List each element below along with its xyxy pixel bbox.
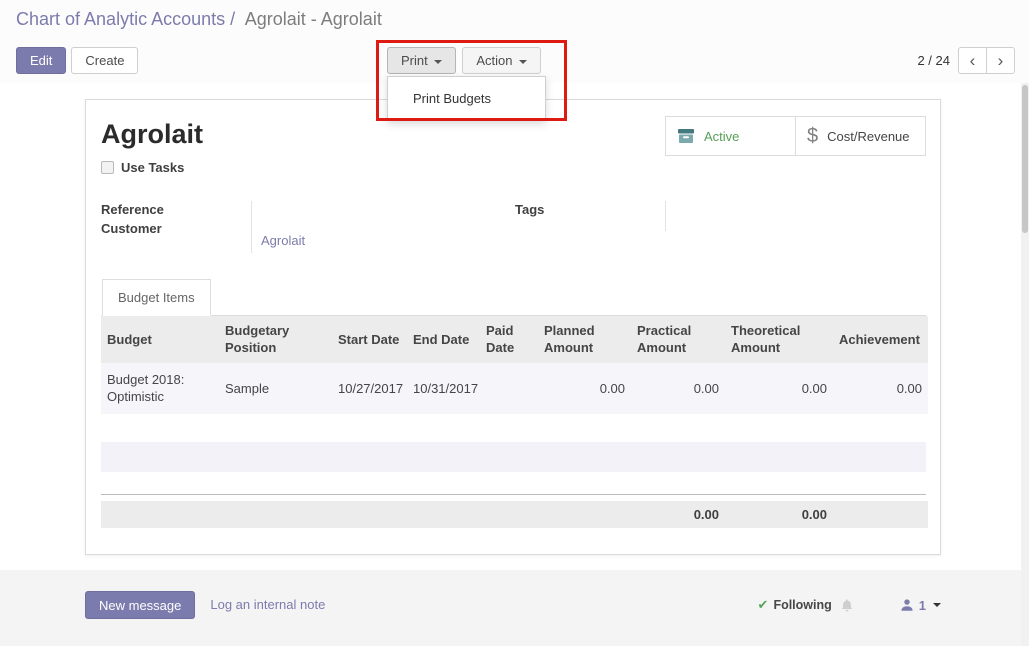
- column-header-practical-amount[interactable]: Practical Amount: [631, 316, 725, 363]
- vertical-scrollbar[interactable]: [1021, 83, 1029, 646]
- chatter-right: ✔ Following 1: [758, 591, 941, 619]
- table-header-row: Budget Budgetary Position Start Date End…: [101, 316, 928, 363]
- totals-row: 0.00 0.00: [101, 501, 928, 528]
- tags-field: Tags: [515, 201, 926, 231]
- following-button[interactable]: Following: [773, 598, 831, 612]
- edit-button[interactable]: Edit: [16, 47, 66, 74]
- cost-revenue-stat-button[interactable]: $ Cost/Revenue: [795, 116, 926, 156]
- cell-budget[interactable]: Budget 2018: Optimistic: [101, 363, 219, 414]
- column-header-paid-date[interactable]: Paid Date: [480, 316, 538, 363]
- caret-down-icon: [434, 60, 442, 64]
- reference-customer-label: Reference Customer: [101, 201, 251, 253]
- reference-customer-link[interactable]: Agrolait: [261, 233, 305, 248]
- cell-start-date[interactable]: 10/27/2017: [332, 363, 407, 414]
- active-stat-button[interactable]: Active: [665, 116, 796, 156]
- notebook-tabs: Budget Items: [101, 279, 926, 316]
- caret-down-icon: [519, 60, 527, 64]
- pager-prev-button[interactable]: ‹: [958, 47, 987, 74]
- check-icon: ✔: [758, 597, 769, 613]
- followers-button[interactable]: 1: [900, 598, 941, 613]
- tab-budget-items[interactable]: Budget Items: [102, 279, 211, 316]
- field-group: Reference Customer Agrolait Tags: [101, 201, 926, 253]
- pager-next-button[interactable]: ›: [986, 47, 1015, 74]
- use-tasks-label: Use Tasks: [121, 160, 184, 175]
- column-header-start-date[interactable]: Start Date: [332, 316, 407, 363]
- use-tasks-field: Use Tasks: [101, 160, 926, 175]
- total-practical-amount: 0.00: [631, 501, 725, 528]
- breadcrumb: Chart of Analytic Accounts / Agrolait - …: [0, 0, 1029, 38]
- tags-label: Tags: [515, 201, 665, 231]
- create-button[interactable]: Create: [71, 47, 138, 74]
- cell-end-date[interactable]: 10/31/2017: [407, 363, 480, 414]
- column-header-theoretical-amount[interactable]: Theoretical Amount: [725, 316, 833, 363]
- total-theoretical-amount: 0.00: [725, 501, 833, 528]
- form-buttons: Edit Create: [16, 47, 138, 74]
- cell-theoretical-amount[interactable]: 0.00: [725, 363, 833, 414]
- column-header-budgetary-position[interactable]: Budgetary Position: [219, 316, 332, 363]
- pager: 2 / 24 ‹ ›: [917, 47, 1015, 74]
- action-dropdown-button[interactable]: Action: [462, 47, 540, 74]
- chevron-right-icon: ›: [998, 51, 1004, 70]
- print-dropdown-button[interactable]: Print: [387, 47, 456, 74]
- column-header-end-date[interactable]: End Date: [407, 316, 480, 363]
- new-message-button[interactable]: New message: [85, 591, 195, 619]
- action-menus: Print Action Print Budgets: [387, 47, 544, 74]
- bell-icon[interactable]: [840, 598, 854, 613]
- dollar-icon: $: [807, 125, 818, 148]
- stat-buttons: Active $ Cost/Revenue: [665, 116, 926, 156]
- column-header-planned-amount[interactable]: Planned Amount: [538, 316, 631, 363]
- form-view: Active $ Cost/Revenue Agrolait Use Tasks…: [0, 83, 1029, 570]
- follower-count: 1: [919, 598, 926, 613]
- use-tasks-checkbox[interactable]: [101, 161, 114, 174]
- breadcrumb-current: Agrolait - Agrolait: [245, 9, 382, 29]
- scrollbar-thumb[interactable]: [1022, 85, 1028, 233]
- cell-planned-amount[interactable]: 0.00: [538, 363, 631, 414]
- control-panel: Edit Create Print Action Print Budgets 2…: [0, 38, 1029, 83]
- sheet: Active $ Cost/Revenue Agrolait Use Tasks…: [85, 99, 941, 555]
- tags-value: [665, 201, 926, 231]
- cost-revenue-stat-label: Cost/Revenue: [827, 129, 909, 144]
- cell-budgetary-position[interactable]: Sample: [219, 363, 332, 414]
- active-stat-label: Active: [704, 129, 739, 144]
- action-dropdown-label: Action: [476, 53, 512, 68]
- chevron-left-icon: ‹: [970, 51, 976, 70]
- column-header-achievement[interactable]: Achievement: [833, 316, 928, 363]
- archive-icon: [677, 128, 695, 144]
- table-row[interactable]: Budget 2018: Optimistic Sample 10/27/201…: [101, 363, 928, 414]
- print-dropdown-menu: Print Budgets: [387, 76, 546, 121]
- column-header-budget[interactable]: Budget: [101, 316, 219, 363]
- breadcrumb-parent-link[interactable]: Chart of Analytic Accounts /: [16, 9, 235, 29]
- cell-paid-date[interactable]: [480, 363, 538, 414]
- caret-down-icon: [933, 603, 941, 607]
- cell-achievement[interactable]: 0.00: [833, 363, 928, 414]
- pager-value: 2 / 24: [917, 53, 950, 68]
- reference-customer-field: Reference Customer Agrolait: [101, 201, 515, 253]
- budget-items-table: Budget Budgetary Position Start Date End…: [101, 316, 928, 414]
- person-icon: [900, 598, 914, 612]
- cell-practical-amount[interactable]: 0.00: [631, 363, 725, 414]
- print-dropdown-label: Print: [401, 53, 428, 68]
- menu-item-print-budgets[interactable]: Print Budgets: [388, 82, 545, 115]
- table-footer-divider: [101, 494, 926, 495]
- log-internal-note-link[interactable]: Log an internal note: [210, 591, 325, 619]
- empty-row-band: [101, 442, 926, 472]
- chatter: New message Log an internal note ✔ Follo…: [0, 570, 1029, 646]
